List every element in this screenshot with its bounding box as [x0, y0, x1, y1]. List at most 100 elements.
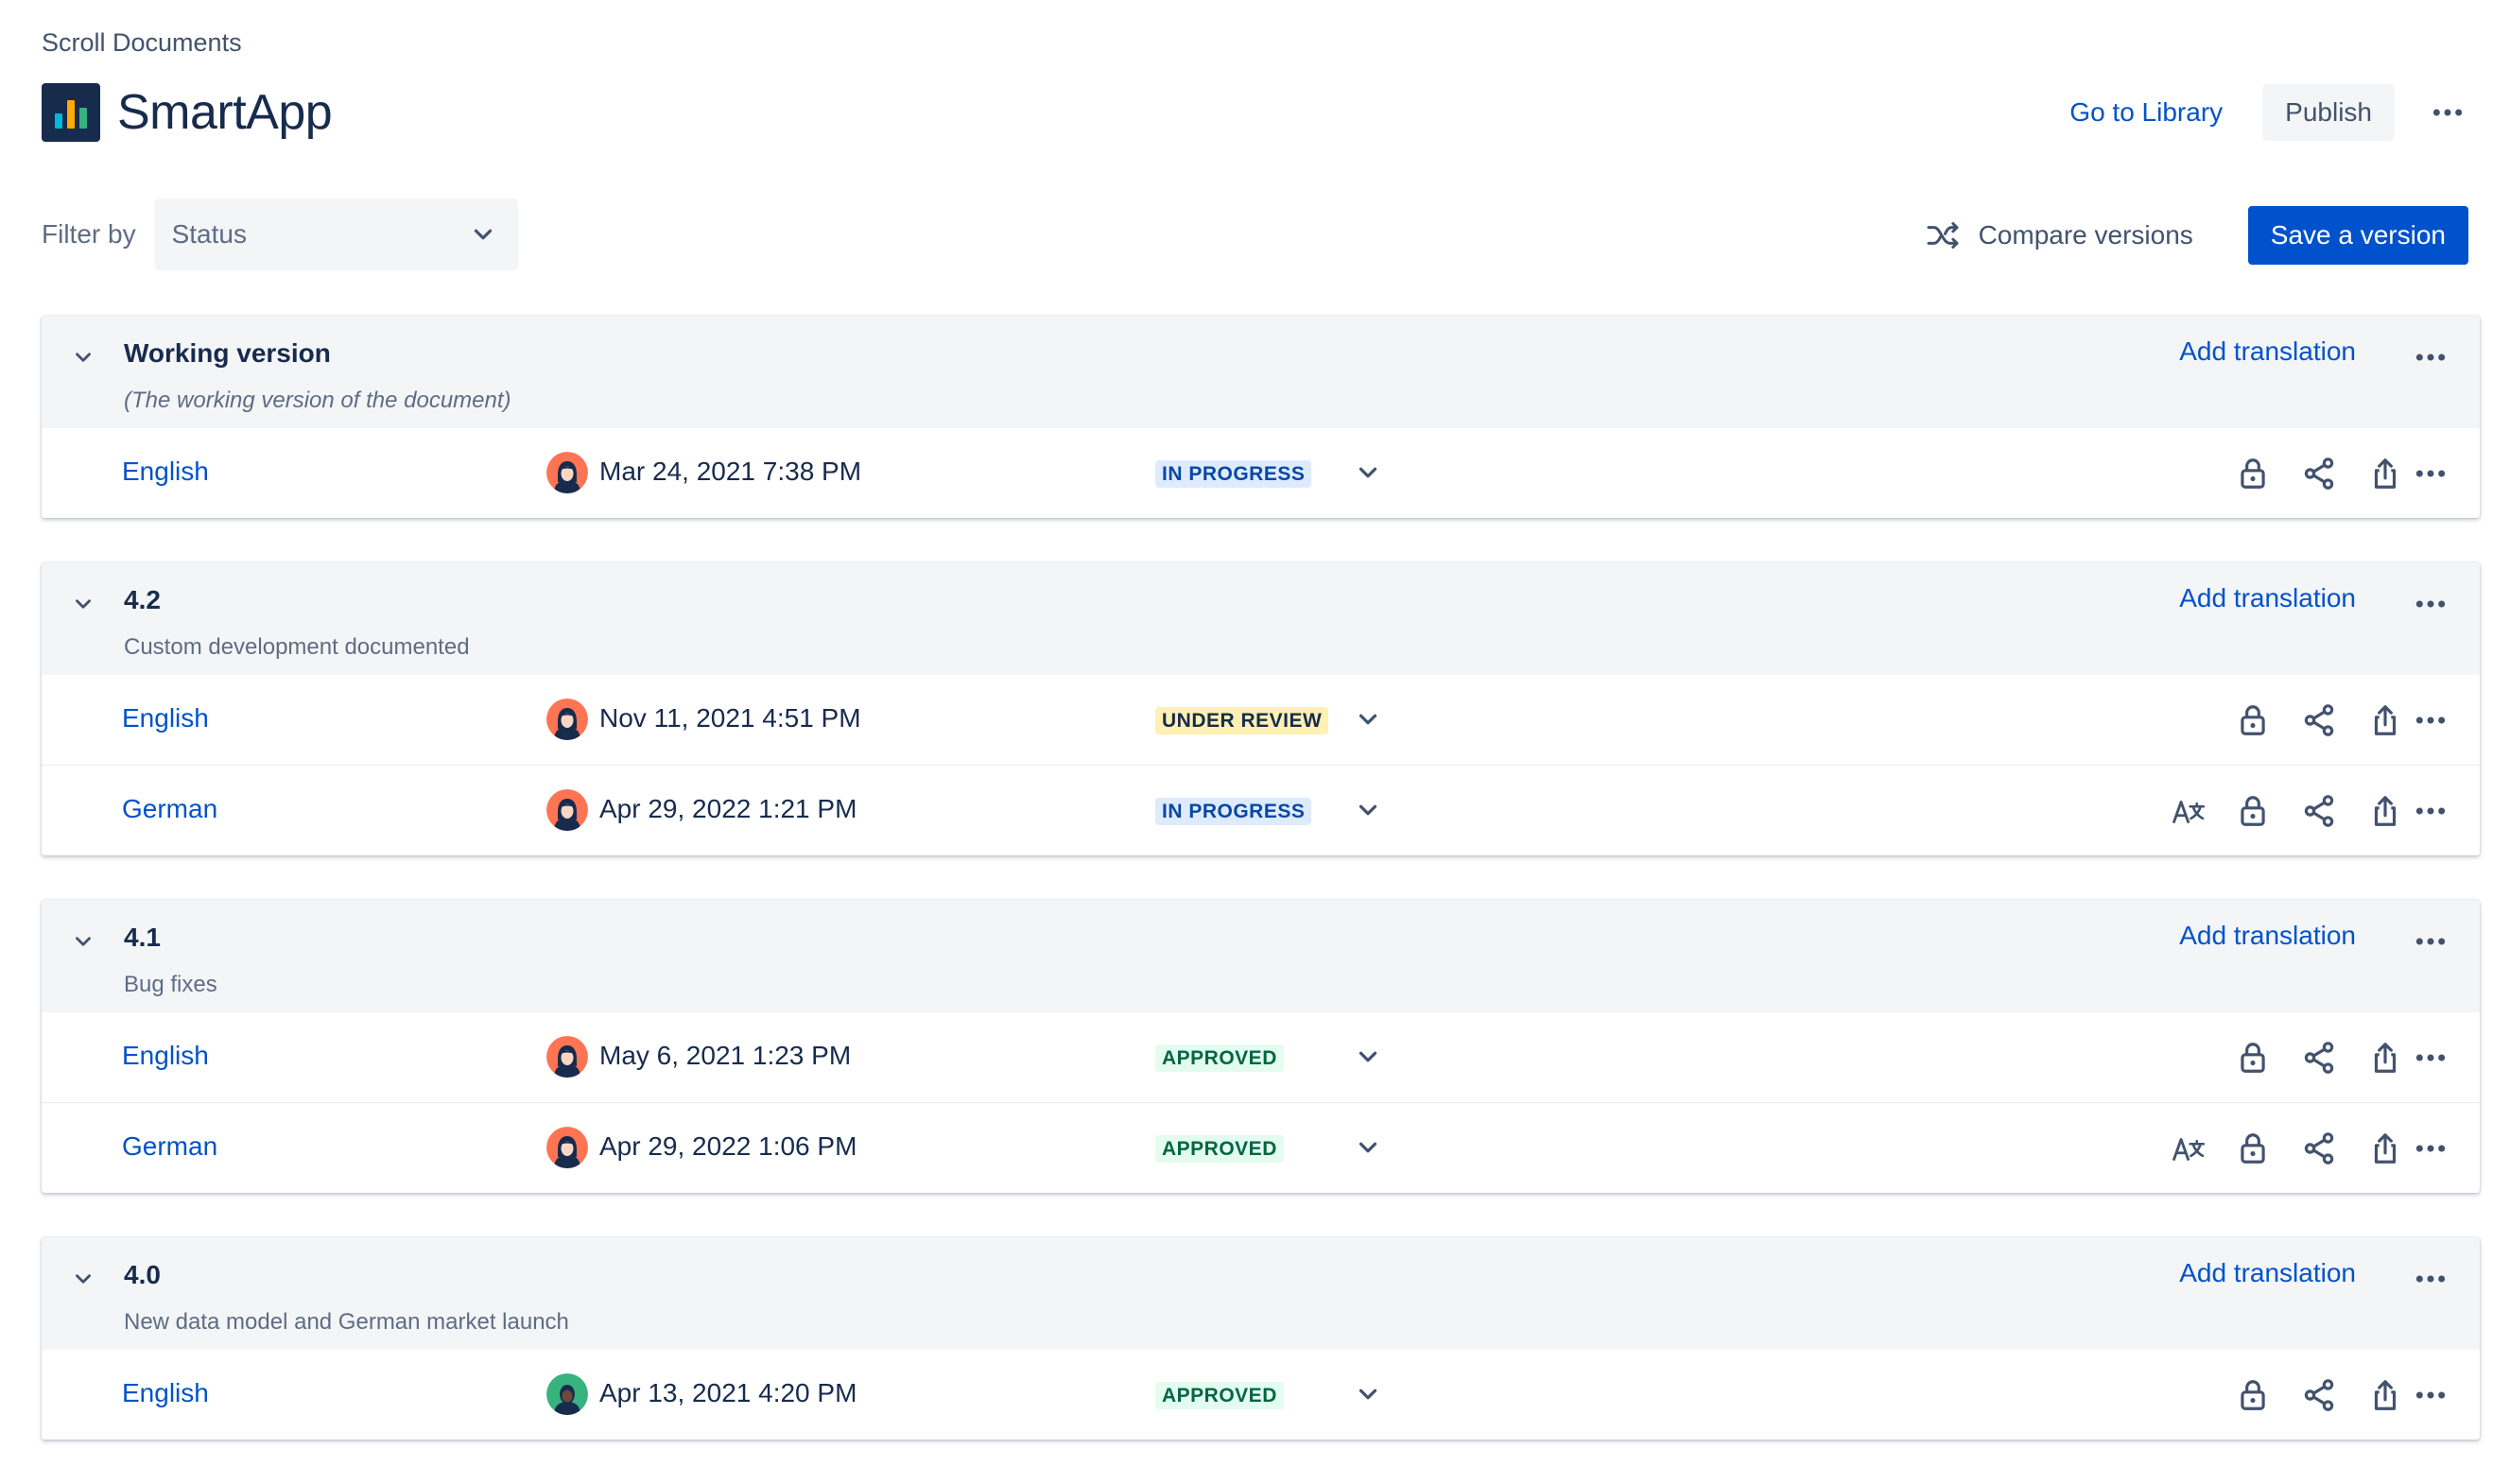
status-filter-select[interactable]: Status	[154, 198, 518, 270]
language-link[interactable]: German	[122, 794, 217, 824]
export-icon	[2367, 456, 2403, 492]
lock-button[interactable]	[2232, 1128, 2274, 1169]
row-more-button[interactable]	[2410, 453, 2451, 494]
collapse-toggle[interactable]	[66, 1262, 100, 1296]
more-horizontal-icon	[2412, 1130, 2449, 1167]
language-link[interactable]: English	[122, 457, 209, 487]
share-icon	[2301, 1040, 2337, 1076]
user-avatar-icon	[546, 1373, 588, 1415]
share-button[interactable]	[2298, 1037, 2340, 1078]
lock-button[interactable]	[2232, 790, 2274, 832]
version-more-button[interactable]	[2410, 921, 2451, 962]
version-more-button[interactable]	[2410, 336, 2451, 378]
go-to-library-link[interactable]: Go to Library	[2069, 97, 2223, 128]
chevron-down-icon	[71, 345, 95, 370]
add-translation-link[interactable]: Add translation	[2179, 583, 2356, 613]
version-more-button[interactable]	[2410, 583, 2451, 625]
publish-button[interactable]: Publish	[2262, 84, 2395, 141]
collapse-toggle[interactable]	[66, 924, 100, 958]
status-dropdown-button[interactable]	[1351, 793, 1385, 827]
export-button[interactable]	[2364, 790, 2406, 832]
version-description: Bug fixes	[124, 972, 217, 997]
save-version-button[interactable]: Save a version	[2247, 206, 2468, 265]
language-link[interactable]: English	[122, 703, 209, 733]
version-date: Apr 13, 2021 4:20 PM	[599, 1378, 857, 1407]
lock-icon	[2235, 1040, 2271, 1076]
row-more-button[interactable]	[2410, 699, 2451, 741]
header-actions: Go to Library Publish	[2069, 83, 2510, 142]
chevron-down-icon	[469, 220, 497, 249]
export-button[interactable]	[2364, 1374, 2406, 1416]
versions-list: Working version (The working version of …	[42, 316, 2480, 1484]
lock-icon	[2235, 456, 2271, 492]
add-translation-link[interactable]: Add translation	[2179, 336, 2356, 367]
lock-button[interactable]	[2232, 699, 2274, 741]
add-translation-link[interactable]: Add translation	[2179, 921, 2356, 951]
user-avatar-icon	[546, 699, 588, 740]
share-button[interactable]	[2298, 790, 2340, 832]
lock-button[interactable]	[2232, 1374, 2274, 1416]
add-translation-link[interactable]: Add translation	[2179, 1258, 2356, 1288]
status-dropdown-button[interactable]	[1351, 1377, 1385, 1411]
more-horizontal-icon	[2429, 94, 2467, 131]
collapse-toggle[interactable]	[66, 587, 100, 621]
translate-button[interactable]	[2168, 1128, 2209, 1169]
more-horizontal-icon	[2412, 455, 2449, 492]
status-dropdown-button[interactable]	[1351, 1040, 1385, 1074]
version-more-button[interactable]	[2410, 1258, 2451, 1300]
version-date: Apr 29, 2022 1:21 PM	[599, 794, 857, 823]
avatar	[546, 1127, 588, 1168]
row-more-button[interactable]	[2410, 1374, 2451, 1416]
translation-row: German Apr 29, 2022 1:06 PM APPROVED	[42, 1102, 2480, 1193]
translation-rows: English Mar 24, 2021 7:38 PM IN PROGRESS	[42, 428, 2480, 518]
language-link[interactable]: English	[122, 1378, 209, 1408]
more-horizontal-icon	[2412, 1039, 2449, 1077]
language-link[interactable]: German	[122, 1131, 217, 1162]
row-more-button[interactable]	[2410, 1037, 2451, 1078]
version-name: Working version	[124, 338, 331, 368]
more-horizontal-icon	[2412, 1260, 2449, 1298]
version-card: 4.1 Bug fixes Add translation English Ma…	[42, 900, 2480, 1193]
collapse-toggle[interactable]	[66, 340, 100, 374]
row-more-button[interactable]	[2410, 1128, 2451, 1169]
app-logo-icon	[42, 83, 100, 142]
compare-versions-button[interactable]: Compare versions	[1924, 216, 2193, 254]
share-icon	[2301, 793, 2337, 829]
export-button[interactable]	[2364, 453, 2406, 494]
version-name: 4.1	[124, 923, 161, 952]
more-horizontal-icon	[2412, 1376, 2449, 1414]
version-header: Working version (The working version of …	[42, 316, 2480, 428]
breadcrumb[interactable]: Scroll Documents	[42, 28, 242, 58]
share-button[interactable]	[2298, 699, 2340, 741]
filter-label: Filter by	[42, 219, 136, 249]
status-dropdown-button[interactable]	[1351, 1130, 1385, 1165]
chevron-down-icon	[71, 929, 95, 954]
export-icon	[2367, 702, 2403, 738]
share-button[interactable]	[2298, 1374, 2340, 1416]
lock-button[interactable]	[2232, 453, 2274, 494]
status-badge: UNDER REVIEW	[1155, 707, 1329, 734]
toolbar: Compare versions Save a version	[1924, 206, 2468, 265]
user-avatar-icon	[546, 1036, 588, 1078]
more-actions-button[interactable]	[2427, 92, 2468, 133]
language-link[interactable]: English	[122, 1041, 209, 1071]
avatar	[546, 1373, 588, 1415]
export-button[interactable]	[2364, 1037, 2406, 1078]
lock-icon	[2235, 702, 2271, 738]
version-description: New data model and German market launch	[124, 1309, 569, 1335]
translate-button[interactable]	[2168, 790, 2209, 832]
lock-button[interactable]	[2232, 1037, 2274, 1078]
share-button[interactable]	[2298, 1128, 2340, 1169]
status-badge: IN PROGRESS	[1155, 460, 1312, 488]
status-dropdown-button[interactable]	[1351, 702, 1385, 736]
export-button[interactable]	[2364, 699, 2406, 741]
avatar	[546, 699, 588, 740]
status-filter-placeholder: Status	[171, 219, 247, 249]
translate-icon	[2171, 1130, 2207, 1166]
avatar	[546, 1036, 588, 1078]
row-more-button[interactable]	[2410, 790, 2451, 832]
export-button[interactable]	[2364, 1128, 2406, 1169]
share-button[interactable]	[2298, 453, 2340, 494]
page-header: SmartApp	[42, 83, 333, 142]
status-dropdown-button[interactable]	[1351, 456, 1385, 490]
